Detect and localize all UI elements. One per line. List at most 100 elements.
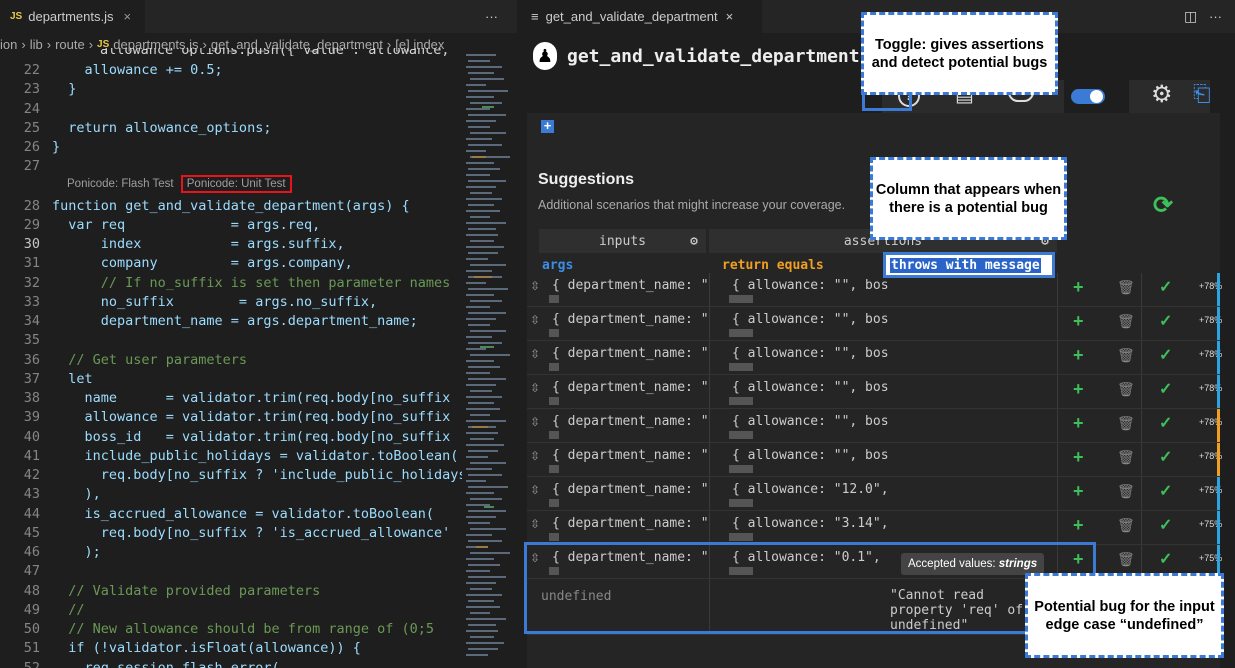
gear-icon[interactable]: ⚙ bbox=[1151, 80, 1173, 109]
add-test-icon[interactable]: + bbox=[1073, 379, 1084, 400]
add-test-icon[interactable]: + bbox=[1073, 515, 1084, 536]
table-row[interactable]: ⇳ { department_name: "I { allowance: "", b… bbox=[527, 273, 1222, 307]
divider bbox=[1057, 477, 1058, 510]
line-number: 45 bbox=[23, 524, 40, 541]
table-row[interactable]: ⇳ { department_name: "I { allowance: "", b… bbox=[527, 375, 1222, 409]
delete-icon[interactable]: 🗑 bbox=[1117, 415, 1135, 432]
input-cell[interactable]: { department_name: "I bbox=[552, 380, 710, 395]
accept-icon[interactable]: ✓ bbox=[1159, 277, 1172, 297]
add-test-icon[interactable]: + bbox=[1073, 311, 1084, 332]
table-row[interactable]: ⇳ { department_name: "' { allowance: "", b… bbox=[527, 443, 1222, 477]
input-cell[interactable]: { department_name: "' bbox=[552, 414, 710, 429]
return-equals-label: return equals bbox=[722, 258, 824, 273]
delete-icon[interactable]: 🗑 bbox=[1117, 517, 1135, 534]
status-bar bbox=[1217, 443, 1220, 476]
reorder-icon[interactable]: ⇳ bbox=[530, 347, 540, 361]
codelens-flash-test[interactable]: Ponicode: Flash Test bbox=[67, 178, 174, 190]
minimap[interactable] bbox=[462, 46, 517, 668]
status-bar bbox=[1217, 307, 1220, 340]
accept-icon[interactable]: ✓ bbox=[1159, 515, 1172, 535]
reorder-icon[interactable]: ⇳ bbox=[530, 381, 540, 395]
accept-icon[interactable]: ✓ bbox=[1159, 379, 1172, 399]
accept-icon[interactable]: ✓ bbox=[1159, 549, 1172, 569]
input-cell[interactable]: { department_name: "' bbox=[552, 448, 710, 463]
tab-departments-js[interactable]: JS departments.js × bbox=[0, 0, 145, 33]
accept-icon[interactable]: ✓ bbox=[1159, 311, 1172, 331]
code-line-partial: allowance_options.push({ value : allowan… bbox=[100, 48, 450, 56]
breadcrumb-item[interactable]: lib bbox=[30, 37, 43, 52]
delete-icon[interactable]: 🗑 bbox=[1117, 347, 1135, 364]
assertion-cell[interactable]: { allowance: "", boss bbox=[732, 414, 888, 429]
codelens-unit-test[interactable]: Ponicode: Unit Test bbox=[180, 175, 292, 193]
add-test-icon[interactable]: + bbox=[1073, 345, 1084, 366]
breadcrumb-separator: › bbox=[88, 36, 94, 52]
table-row[interactable]: ⇳ { department_name: "I { allowance: "", b… bbox=[527, 341, 1222, 375]
reorder-icon[interactable]: ⇳ bbox=[530, 279, 540, 293]
assertions-toggle[interactable] bbox=[1071, 89, 1105, 104]
codelens: Ponicode: Flash Test Ponicode: Unit Test bbox=[67, 175, 292, 193]
more-actions-icon[interactable]: ··· bbox=[485, 0, 498, 33]
input-cell[interactable]: { department_name: "I bbox=[552, 278, 710, 293]
close-icon[interactable]: × bbox=[124, 9, 132, 24]
table-row[interactable]: ⇳ { department_name: "' { allowance: "", b… bbox=[527, 409, 1222, 443]
tab-get-and-validate[interactable]: ≡ get_and_validate_department × bbox=[517, 0, 762, 33]
code-line: allowance = validator.trim(req.body[no_s… bbox=[52, 409, 451, 426]
assertion-cell[interactable]: { allowance: "", boss bbox=[732, 346, 888, 361]
input-cell[interactable]: { department_name: "I bbox=[552, 482, 710, 497]
delete-icon[interactable]: 🗑 bbox=[1117, 483, 1135, 500]
input-cell[interactable]: { department_name: "I bbox=[552, 516, 710, 531]
close-icon[interactable]: × bbox=[726, 9, 734, 24]
code-line: no_suffix = args.no_suffix, bbox=[52, 293, 378, 310]
table-row[interactable]: ⇳ { department_name: "I { allowance: "", b… bbox=[527, 307, 1222, 341]
assertion-cell[interactable]: { allowance: "", boss bbox=[732, 312, 888, 327]
delete-icon[interactable]: 🗑 bbox=[1117, 313, 1135, 330]
assertion-cell[interactable]: { allowance: "3.14", bbox=[732, 516, 888, 531]
placeholder-bar bbox=[549, 499, 559, 507]
input-cell[interactable]: { department_name: "I bbox=[552, 312, 710, 327]
reorder-icon[interactable]: ⇳ bbox=[530, 313, 540, 327]
divider bbox=[1057, 273, 1058, 306]
breadcrumb-item[interactable]: ion bbox=[0, 37, 17, 52]
line-number: 35 bbox=[23, 332, 40, 349]
accept-icon[interactable]: ✓ bbox=[1159, 447, 1172, 467]
delete-icon[interactable]: 🗑 bbox=[1117, 381, 1135, 398]
delete-icon[interactable]: 🗑 bbox=[1117, 279, 1135, 296]
delete-icon[interactable]: 🗑 bbox=[1117, 449, 1135, 466]
table-row[interactable]: ⇳ { department_name: "I { allowance: "12.0… bbox=[527, 477, 1222, 511]
breadcrumb-item[interactable]: route bbox=[55, 37, 85, 52]
reorder-icon[interactable]: ⇳ bbox=[530, 449, 540, 463]
input-cell[interactable]: { department_name: "I bbox=[552, 346, 710, 361]
ponicode-panel: ≡ get_and_validate_department × ◫ ··· ♟ … bbox=[517, 0, 1235, 668]
placeholder-bar bbox=[549, 397, 559, 405]
add-test-icon[interactable]: + bbox=[1073, 447, 1084, 468]
assertion-cell[interactable]: { allowance: "12.0", bbox=[732, 482, 888, 497]
add-icon[interactable]: + bbox=[541, 119, 554, 133]
more-actions-icon[interactable]: ··· bbox=[1209, 0, 1222, 33]
table-row[interactable]: ⇳ { department_name: "I { allowance: "3.14… bbox=[527, 511, 1222, 545]
assertion-cell[interactable]: { allowance: "", boss bbox=[732, 380, 888, 395]
split-editor-icon[interactable]: ◫ bbox=[1184, 0, 1197, 33]
reorder-icon[interactable]: ⇳ bbox=[530, 517, 540, 531]
code-editor[interactable]: JS departments.js × ··· ion › lib › rout… bbox=[0, 0, 517, 668]
accept-icon[interactable]: ✓ bbox=[1159, 413, 1172, 433]
assertion-cell[interactable]: { allowance: "", boss bbox=[732, 448, 888, 463]
add-test-icon[interactable]: + bbox=[1073, 277, 1084, 298]
accept-icon[interactable]: ✓ bbox=[1159, 345, 1172, 365]
line-number: 42 bbox=[23, 467, 40, 483]
breadcrumb-separator: › bbox=[21, 36, 26, 52]
code-line: if (!validator.isFloat(allowance)) { bbox=[52, 640, 361, 657]
reorder-icon[interactable]: ⇳ bbox=[530, 483, 540, 497]
add-test-icon[interactable]: + bbox=[1073, 413, 1084, 434]
code-line: ), bbox=[52, 486, 101, 503]
reorder-icon[interactable]: ⇳ bbox=[530, 415, 540, 429]
add-test-icon[interactable]: + bbox=[1073, 481, 1084, 502]
assertion-cell[interactable]: { allowance: "", boss bbox=[732, 278, 888, 293]
divider bbox=[1141, 443, 1142, 476]
file-code-icon[interactable]: ⎗ bbox=[1193, 81, 1211, 107]
gear-icon[interactable]: ⚙ bbox=[690, 234, 698, 249]
accept-icon[interactable]: ✓ bbox=[1159, 481, 1172, 501]
delete-icon[interactable]: 🗑 bbox=[1117, 551, 1135, 568]
line-number: 48 bbox=[23, 582, 40, 599]
refresh-icon[interactable]: ⟳ bbox=[1153, 191, 1173, 220]
divider bbox=[709, 375, 710, 408]
